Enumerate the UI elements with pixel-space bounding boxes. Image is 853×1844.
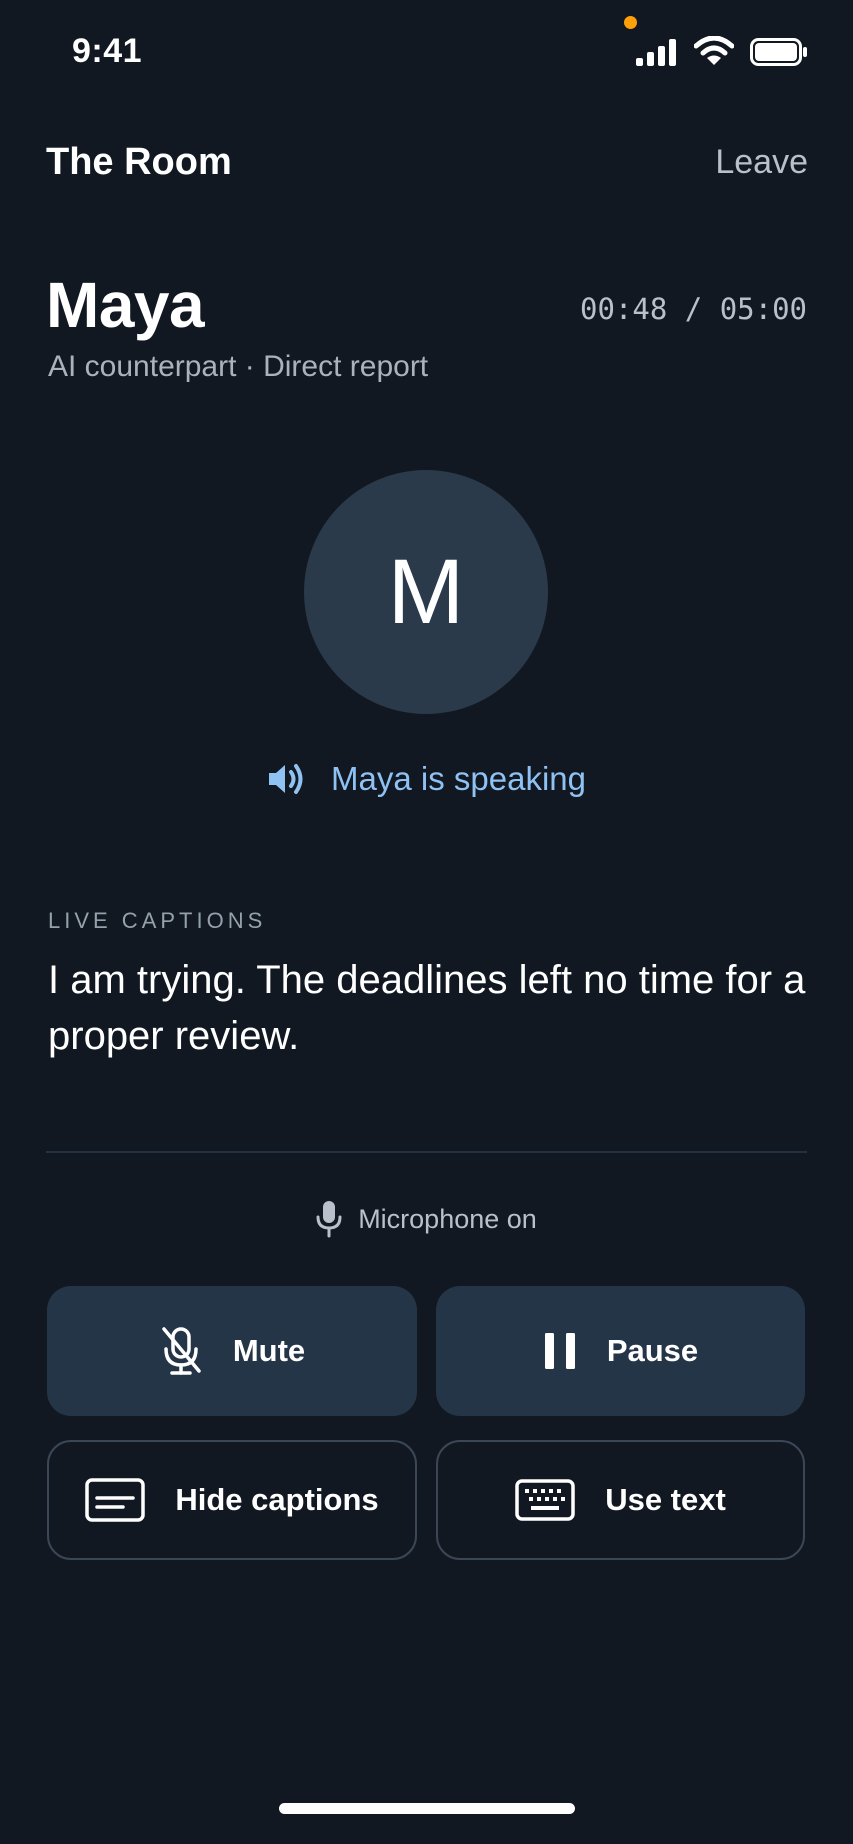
room-screen: 9:41 The Room Leave Maya 00:48 / 05:00 A… <box>0 0 853 1844</box>
divider <box>46 1151 807 1153</box>
speaking-label: Maya is speaking <box>331 760 586 797</box>
avatar-initial: M <box>387 540 465 643</box>
session-timer: 00:48 / 05:00 <box>580 292 807 326</box>
battery-icon <box>750 38 807 66</box>
pause-icon <box>544 1333 575 1369</box>
page-title: The Room <box>46 141 232 183</box>
hide-captions-label: Hide captions <box>175 1482 379 1517</box>
mic-off-icon <box>162 1327 201 1375</box>
speaker-icon <box>269 764 303 794</box>
keyboard-icon <box>515 1479 575 1521</box>
mute-button[interactable]: Mute <box>47 1286 417 1416</box>
participant-name: Maya <box>46 269 205 341</box>
participant-role: AI counterpart · Direct report <box>48 350 429 383</box>
wifi-icon <box>694 36 734 65</box>
home-indicator[interactable] <box>279 1803 575 1814</box>
pause-label: Pause <box>606 1333 699 1368</box>
leave-button[interactable]: Leave <box>715 143 808 182</box>
mute-label: Mute <box>232 1333 306 1368</box>
microphone-status: Microphone on <box>0 1200 853 1238</box>
captions-heading: LIVE CAPTIONS <box>48 908 267 933</box>
captions-icon <box>85 1478 146 1522</box>
status-time: 9:41 <box>72 32 143 70</box>
captions-text: I am trying. The deadlines left no time … <box>48 958 806 1058</box>
hide-captions-button[interactable]: Hide captions <box>47 1440 417 1560</box>
speaking-status: Maya is speaking <box>0 760 853 798</box>
avatar: M <box>304 470 548 714</box>
status-bar: 9:41 <box>0 0 853 100</box>
use-text-button[interactable]: Use text <box>436 1440 805 1560</box>
microphone-status-label: Microphone on <box>358 1203 537 1234</box>
pause-button[interactable]: Pause <box>436 1286 805 1416</box>
use-text-label: Use text <box>605 1482 726 1517</box>
privacy-indicator-dot <box>624 16 637 29</box>
signal-icon <box>636 39 676 66</box>
header: The Room Leave <box>46 135 808 189</box>
microphone-icon <box>316 1201 342 1238</box>
